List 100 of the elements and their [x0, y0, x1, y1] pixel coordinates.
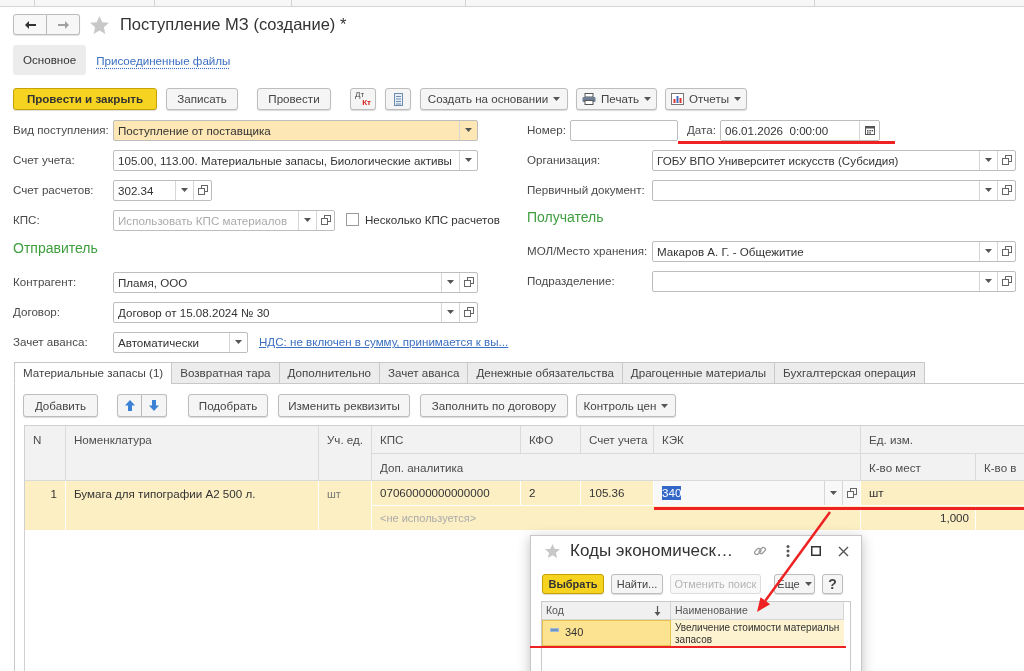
caret-icon [553, 97, 561, 101]
squares-icon [463, 307, 474, 317]
caret-icon [181, 188, 188, 192]
checkbox-label: Несколько КПС расчетов [365, 212, 500, 229]
squares-icon [1001, 276, 1012, 286]
help-button[interactable]: ? [822, 574, 843, 594]
table-cell: <не используется> [372, 506, 861, 531]
open-button[interactable] [997, 241, 1015, 261]
tab[interactable]: Зачет аванса [379, 362, 469, 384]
squares-icon [1001, 246, 1012, 256]
tab[interactable]: Денежные обязательства [467, 362, 623, 384]
list-button[interactable] [385, 88, 411, 110]
input-field[interactable] [570, 119, 678, 141]
caret-icon [661, 403, 669, 408]
field-label: Организация: [527, 153, 601, 167]
link[interactable]: НДС: не включен в сумму, принимается к вы... [259, 333, 509, 351]
dropdown-field[interactable]: ГОБУ ВПО Университет искусств (Субсидия) [652, 149, 1016, 171]
link-icon[interactable] [753, 544, 767, 558]
move-up-button[interactable] [117, 394, 142, 417]
primary-button[interactable]: Провести и закрыть [13, 88, 157, 110]
tab[interactable]: Драгоценные материалы [621, 362, 776, 384]
column-header[interactable]: N [25, 426, 66, 481]
dropdown-field[interactable]: 105.00, 113.00. Материальные запасы, Биологические активы [113, 149, 478, 171]
tab[interactable]: Возвратная тара [171, 362, 280, 384]
window-title: Поступление МЗ (создание) * [120, 14, 347, 36]
column-header[interactable]: Счет учета [581, 426, 654, 454]
section-heading: Отправитель [13, 240, 98, 256]
toolbar-button[interactable]: Записать [166, 88, 238, 110]
column-header[interactable]: КФО [521, 426, 581, 454]
dropdown-field[interactable]: Договор от 15.08.2024 № 30 [113, 301, 478, 323]
list-item[interactable]: 340 [542, 620, 671, 646]
dropdown-field[interactable]: Автоматически [113, 331, 248, 353]
list-icon [393, 92, 403, 106]
open-button[interactable] [997, 271, 1015, 291]
dropdown-field[interactable]: Макаров А. Г. - Общежитие [652, 240, 1016, 262]
input-field[interactable]: 340 [654, 481, 861, 506]
dropdown-field[interactable]: Поступление от поставщика [113, 119, 478, 141]
open-button[interactable] [997, 180, 1015, 200]
open-button[interactable] [459, 302, 477, 322]
caret-icon [447, 310, 454, 314]
close-icon[interactable] [838, 545, 849, 557]
caret-icon [985, 188, 992, 192]
up-arrow-icon [124, 400, 135, 411]
printer-icon [582, 93, 596, 105]
primary-button[interactable]: Выбрать [542, 574, 604, 594]
column-header[interactable]: КПС [372, 426, 521, 454]
toolbar-button[interactable]: Изменить реквизиты [278, 394, 410, 417]
field-label: Договор: [13, 305, 60, 319]
squares-icon [320, 215, 331, 225]
dropdown-field[interactable] [652, 179, 1016, 201]
caret-icon [804, 582, 812, 586]
left-arrow-icon [24, 20, 36, 29]
star-icon[interactable] [90, 15, 109, 34]
column-header[interactable]: Ед. изм. [861, 426, 1024, 454]
open-button[interactable] [193, 180, 211, 200]
dropdown-field[interactable] [652, 270, 1016, 292]
tab[interactable]: Дополнительно [278, 362, 380, 384]
column-header[interactable]: КЭК [654, 426, 861, 454]
tab[interactable]: Материальные запасы (1) [14, 362, 173, 384]
field-label: Контрагент: [13, 275, 77, 289]
toolbar-button[interactable]: Добавить [23, 394, 98, 417]
column-header[interactable]: Доп. аналитика [372, 454, 861, 481]
caret-icon [304, 218, 311, 222]
print-button[interactable]: Печать [576, 88, 657, 110]
open-button[interactable] [459, 272, 477, 292]
dt-kt-button[interactable]: Дт Кт [350, 88, 376, 110]
column-header[interactable]: Номенклатура [66, 426, 319, 481]
more-icon[interactable] [786, 545, 790, 557]
table-cell: Увеличение стоимости материальн запасов [671, 620, 844, 646]
open-button[interactable] [997, 150, 1015, 170]
dropdown-field[interactable]: Пламя, ООО [113, 271, 478, 293]
table-cell: 2 [521, 481, 581, 506]
column-header[interactable]: К-во мест [861, 454, 976, 481]
column-header[interactable]: Наименование [671, 602, 844, 620]
open-button[interactable] [842, 481, 860, 505]
toolbar-button[interactable]: Подобрать [188, 394, 268, 417]
open-button[interactable] [316, 210, 334, 230]
tab[interactable]: Бухгалтерская операция [774, 362, 925, 384]
table-cell: шт [861, 481, 1024, 506]
tab[interactable]: Присоединенные файлы [96, 52, 231, 68]
move-down-button[interactable] [142, 394, 167, 417]
menu-button[interactable]: Контроль цен [576, 394, 676, 417]
back-button[interactable] [13, 14, 47, 35]
field-label: Подразделение: [527, 274, 615, 288]
maximize-icon[interactable] [811, 546, 821, 556]
column-header[interactable]: Уч. ед. [319, 426, 372, 481]
toolbar-button[interactable]: Провести [257, 88, 331, 110]
checkbox[interactable] [346, 213, 359, 227]
toolbar-button[interactable]: Заполнить по договору [420, 394, 568, 417]
tab[interactable]: Основное [13, 45, 87, 75]
reports-button[interactable]: Отчеты [665, 88, 747, 110]
column-header[interactable]: К-во в [976, 454, 1024, 481]
menu-button[interactable]: Создать на основании [420, 88, 568, 110]
dialog-title: Коды экономическ… [570, 540, 733, 563]
toolbar-button[interactable]: Найти... [611, 574, 663, 594]
caret-icon [985, 279, 992, 283]
column-header[interactable]: Код [542, 602, 671, 620]
dropdown-field[interactable]: 302.34 [113, 179, 212, 201]
star-icon[interactable] [545, 544, 560, 558]
date-field[interactable]: 06.01.2026 0:00:00 [720, 119, 880, 141]
